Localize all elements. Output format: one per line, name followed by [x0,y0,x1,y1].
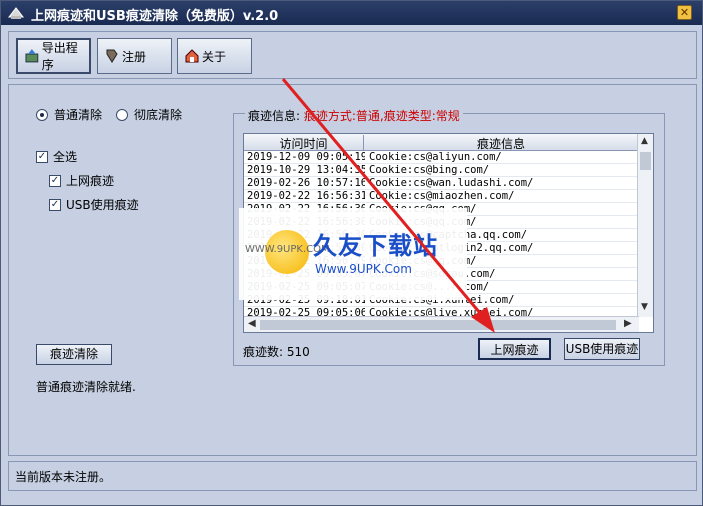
watermark-title: 久友下载站 [313,232,438,260]
status-bar [8,461,697,491]
select-all-checkbox[interactable]: ✓ 全选 [36,148,77,165]
row-time: 2019-10-29 13:04:35 [247,164,365,176]
select-all-label: 全选 [53,150,78,164]
table-row[interactable]: 2019-12-09 09:05:19 Cookie:cs@aliyun.com/ [244,151,639,164]
scroll-left-icon[interactable]: ◀ [248,318,256,329]
internet-traces-button[interactable]: 上网痕迹 [478,338,551,360]
usb-traces-checkbox[interactable]: ✓ USB使用痕迹 [49,196,139,213]
hscroll-thumb[interactable] [260,320,616,330]
row-time: 2019-02-22 16:56:31 [247,190,365,202]
table-row[interactable]: 2019-10-29 13:04:35 Cookie:cs@bing.com/ [244,164,639,177]
register-icon [106,49,118,63]
trace-count-value: 510 [286,345,310,359]
column-header-time[interactable]: 访问时间 [244,135,364,151]
normal-clear-radio[interactable]: 普通清除 [36,106,102,123]
row-time: 2019-12-09 09:05:19 [247,151,365,163]
clear-traces-button[interactable]: 痕迹清除 [36,344,112,365]
checkmark-icon: ✓ [49,174,61,187]
row-info: Cookie:cs@wan.ludashi.com/ [369,177,534,189]
vertical-scrollbar[interactable]: ▲ ▼ [637,134,653,317]
checkmark-icon: ✓ [36,150,48,163]
close-button[interactable]: ✕ [677,5,692,20]
usb-traces-label: USB使用痕迹 [66,198,139,212]
radio-dot-selected [36,108,48,121]
register-button[interactable]: 注册 [97,38,172,74]
about-button[interactable]: 关于 [177,38,252,74]
scroll-up-icon[interactable]: ▲ [641,136,648,146]
title-bar[interactable]: 上网痕迹和USB痕迹清除（免费版）v.2.0 ✕ [1,1,702,25]
horizontal-scrollbar[interactable]: ◀ ▶ [244,316,639,332]
about-label: 关于 [202,49,227,64]
checkmark-icon: ✓ [49,198,61,211]
watermark-subtitle: Www.9UPK.Com [315,262,412,276]
scroll-down-icon[interactable]: ▼ [641,302,648,312]
row-time: 2019-02-26 10:57:16 [247,177,365,189]
row-info: Cookie:cs@miaozhen.com/ [369,190,515,202]
status-message: 普通痕迹清除就绪. [36,380,136,394]
table-row[interactable]: 2019-02-22 16:56:31 Cookie:cs@miaozhen.co… [244,190,639,203]
trace-count-label: 痕迹数: [243,345,284,359]
internet-traces-checkbox[interactable]: ✓ 上网痕迹 [49,172,114,189]
about-icon [185,49,199,63]
radio-dot [116,108,128,121]
legend-detail: 痕迹方式:普通,痕迹类型:常规 [303,109,460,123]
deep-clear-label: 彻底清除 [134,108,183,122]
usb-traces-button[interactable]: USB使用痕迹 [564,338,640,360]
legend-prefix: 痕迹信息: [248,109,301,123]
scroll-right-icon[interactable]: ▶ [624,318,632,329]
watermark-overlay: WWW.9UPK.COM 久友下载站 Www.9UPK.Com [239,208,467,300]
export-program-button[interactable]: 导出程序 [16,38,91,74]
column-header-info[interactable]: 痕迹信息 [365,135,637,152]
app-icon [7,7,25,19]
deep-clear-radio[interactable]: 彻底清除 [116,106,182,123]
toolbar: 导出程序 注册 关于 [8,31,697,79]
register-label: 注册 [122,49,147,64]
table-row[interactable]: 2019-02-26 10:57:16 Cookie:cs@wan.ludashi… [244,177,639,190]
list-header: 访问时间 痕迹信息 [244,134,639,151]
internet-traces-label: 上网痕迹 [66,174,115,188]
trace-count: 痕迹数: 510 [243,343,310,360]
row-info: Cookie:cs@bing.com/ [369,164,490,176]
export-icon [25,49,39,63]
scroll-thumb[interactable] [640,152,651,170]
registration-status: 当前版本未注册。 [15,470,112,484]
row-info: Cookie:cs@aliyun.com/ [369,151,502,163]
window-title: 上网痕迹和USB痕迹清除（免费版）v.2.0 [31,9,279,24]
export-label: 导出程序 [41,41,78,72]
trace-info-legend: 痕迹信息: 痕迹方式:普通,痕迹类型:常规 [245,107,463,124]
main-window: 上网痕迹和USB痕迹清除（免费版）v.2.0 ✕ 导出程序 注册 关于 普通清除… [0,0,703,506]
normal-clear-label: 普通清除 [54,108,103,122]
